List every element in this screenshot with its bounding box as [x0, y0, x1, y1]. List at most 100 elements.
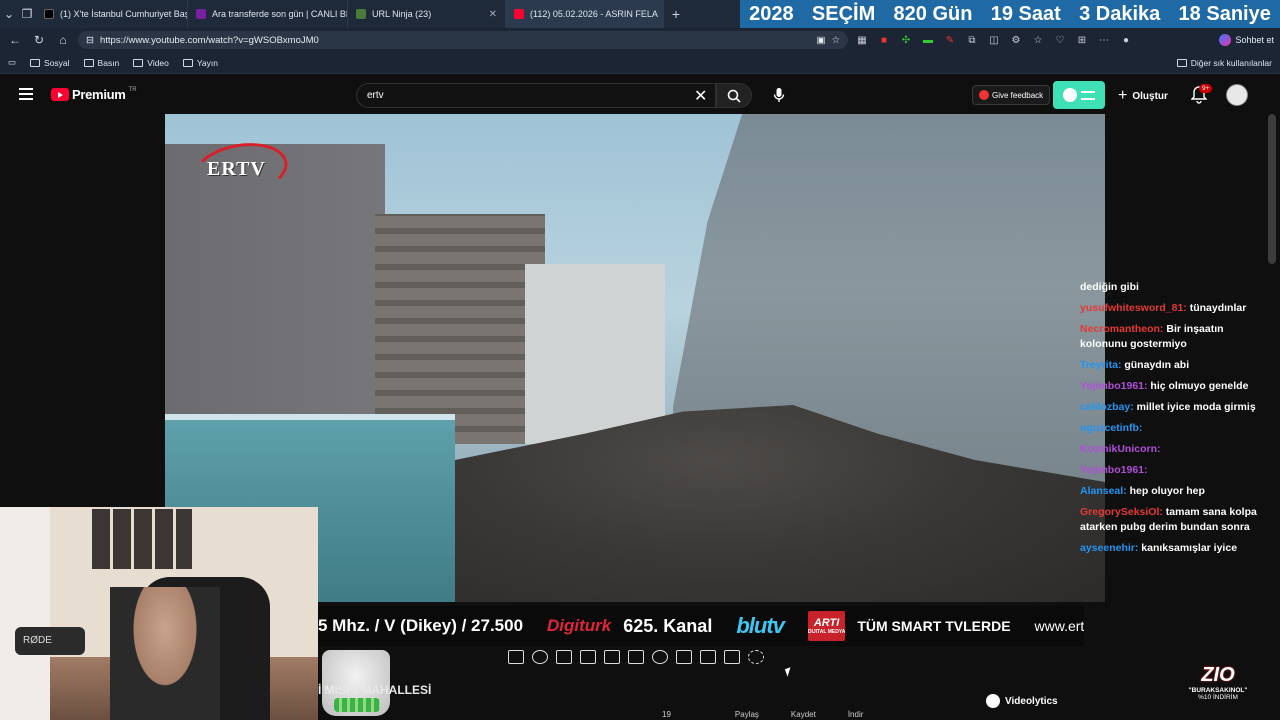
chat-username[interactable]: KozmikUnicorn:	[1080, 443, 1161, 455]
streamer-webcam: RØDE	[0, 507, 318, 720]
tab-menu-chevron-icon[interactable]: ⌄	[0, 5, 18, 23]
reading-list-icon[interactable]: ▭	[8, 57, 16, 68]
bookmark-folder-sosyal[interactable]: Sosyal	[30, 58, 70, 68]
collections-icon[interactable]: ⊞	[1074, 32, 1090, 48]
sponsor-discount: %10 İNDİRİM	[1198, 694, 1238, 701]
videolytics-badge[interactable]: Videolytics	[986, 694, 1058, 708]
chat-message: Yojimbo1961: hiç olmuyo genelde	[1080, 379, 1272, 394]
tab-close-icon[interactable]: ✕	[489, 9, 497, 20]
extension-tag-icon[interactable]: ▬	[920, 32, 936, 48]
extensions-puzzle-icon[interactable]: ⧉	[964, 32, 980, 48]
new-tab-button[interactable]: +	[664, 6, 688, 22]
create-button[interactable]: + Oluştur	[1118, 87, 1168, 105]
extension-toggle-button[interactable]	[1053, 81, 1105, 109]
page-scrollbar[interactable]	[1268, 114, 1276, 264]
film-strip-icon[interactable]	[628, 650, 644, 664]
chat-text: kanıksamışlar iyice	[1141, 542, 1238, 554]
share-button[interactable]: Paylaş	[735, 710, 759, 719]
chat-username[interactable]: Necromantheon:	[1080, 323, 1163, 335]
account-avatar[interactable]	[1226, 84, 1248, 106]
search-button[interactable]	[716, 83, 752, 108]
chat-message: dediğin gibi	[1080, 280, 1272, 295]
screenshot-camera-icon[interactable]	[700, 650, 716, 664]
home-icon[interactable]: ⌂	[54, 31, 72, 49]
reload-icon[interactable]: ↻	[30, 31, 48, 49]
video-title: İ MISRI MAHALLESİ	[318, 683, 432, 697]
favorites-icon[interactable]: ☆	[1030, 32, 1046, 48]
site-info-icon[interactable]: ⊟	[86, 35, 94, 46]
tab-url-ninja[interactable]: URL Ninja (23) ✕	[348, 0, 506, 28]
tab-x[interactable]: (1) X'te İstanbul Cumhuriyet Başsa ✕	[36, 0, 188, 28]
heart-icon[interactable]: ♡	[1052, 32, 1068, 48]
tool-settings-gear-icon[interactable]	[748, 650, 764, 664]
voice-search-button[interactable]	[770, 86, 788, 104]
chat-username[interactable]: Yojimbo1961:	[1080, 464, 1148, 476]
more-icon[interactable]: ⋯	[1096, 32, 1112, 48]
chat-username[interactable]: ayseenehir:	[1080, 542, 1138, 554]
settings-icon[interactable]: ⚙	[1008, 32, 1024, 48]
product-ad-pattern	[334, 698, 380, 712]
chat-username[interactable]: celilozbay:	[1080, 401, 1134, 413]
tab-label: URL Ninja (23)	[372, 9, 432, 19]
extension-green-icon[interactable]: ✣	[898, 32, 914, 48]
zio-logo: ZIO	[1201, 664, 1235, 686]
chat-username[interactable]: Treyrita:	[1080, 359, 1121, 371]
chat-text: millet iyice moda girmiş	[1136, 401, 1256, 413]
split-icon[interactable]: ◫	[986, 32, 1002, 48]
url-field[interactable]: ⊟ https://www.youtube.com/watch?v=gWSOBx…	[78, 31, 848, 49]
flask-icon[interactable]	[724, 650, 740, 664]
download-button[interactable]: İndir	[848, 710, 864, 719]
arti-logo-sub: DIJITAL MEDYA	[807, 629, 846, 635]
workspaces-icon[interactable]: ❐	[18, 5, 36, 23]
chat-username[interactable]: GregorySeksiOl:	[1080, 506, 1163, 518]
chat-username[interactable]: oguzcetinfb:	[1080, 422, 1142, 434]
tab-bein[interactable]: Ara transferde son gün | CANLI BL ✕	[188, 0, 348, 28]
back-icon[interactable]: ←	[6, 31, 24, 49]
tab-youtube[interactable]: (112) 05.02.2026 - ASRIN FELA ✕	[506, 0, 664, 28]
feedback-label: Give feedback	[992, 90, 1044, 100]
extension-grid-icon[interactable]: ▦	[854, 32, 870, 48]
arti-logo-text: ARTI	[813, 617, 840, 629]
search-input[interactable]: ertv	[356, 83, 716, 108]
give-feedback-button[interactable]: Give feedback	[972, 85, 1051, 105]
chat-username[interactable]: Alanseal:	[1080, 485, 1127, 497]
tab-label: Ara transferde son gün | CANLI BL	[212, 9, 348, 19]
extension-pen-icon[interactable]: ✎	[942, 32, 958, 48]
watch-icon[interactable]	[556, 650, 572, 664]
clear-search-icon[interactable]: ✕	[694, 86, 707, 106]
banner-days: 820 Gün	[893, 2, 973, 25]
youtube-premium-logo[interactable]: Premium TR	[51, 87, 137, 102]
bookmark-folder-yayin[interactable]: Yayın	[182, 58, 218, 68]
logo-text: Premium	[72, 87, 126, 102]
broadcast-icon[interactable]	[532, 650, 548, 664]
clapper-icon[interactable]	[580, 650, 596, 664]
split-screen-icon[interactable]: ▣	[816, 35, 825, 46]
like-count[interactable]: 19	[662, 710, 671, 719]
banner-year: 2028	[749, 2, 794, 25]
webcam-streamer	[110, 587, 220, 720]
chat-message: Necromantheon: Bir inşaatın kolonunu gos…	[1080, 322, 1272, 352]
loop-icon[interactable]	[508, 650, 524, 664]
chat-text: hiç olmuyo genelde	[1150, 380, 1249, 392]
copilot-chat-button[interactable]: Sohbet et	[1219, 34, 1274, 46]
banner-minutes: 3 Dakika	[1079, 2, 1161, 25]
other-bookmarks[interactable]: Diğer sık kullanılanlar	[1176, 58, 1272, 68]
ninja-icon	[356, 9, 366, 19]
favorite-star-icon[interactable]: ☆	[831, 35, 840, 46]
extension-red-icon[interactable]: ■	[876, 32, 892, 48]
youtube-play-icon	[51, 88, 69, 101]
chat-message: GregorySeksiOl: tamam sana kolpa atarken…	[1080, 505, 1272, 535]
speed-gauge-icon[interactable]	[652, 650, 668, 664]
bookmark-folder-video[interactable]: Video	[133, 58, 169, 68]
save-button[interactable]: Kaydet	[791, 710, 816, 719]
toggle-lines-icon	[1081, 90, 1095, 100]
chat-username[interactable]: Yojimbo1961:	[1080, 380, 1148, 392]
profile-avatar[interactable]: ●	[1118, 32, 1134, 48]
add-clip-icon[interactable]	[676, 650, 692, 664]
bookmark-label: Sosyal	[44, 57, 70, 68]
menu-hamburger-icon[interactable]	[19, 88, 33, 100]
resize-icon[interactable]	[604, 650, 620, 664]
bookmark-folder-basin[interactable]: Basın	[83, 58, 119, 68]
chat-username[interactable]: yusufwhitesword_81:	[1080, 302, 1187, 314]
blutv-logo: blutv	[736, 613, 785, 638]
